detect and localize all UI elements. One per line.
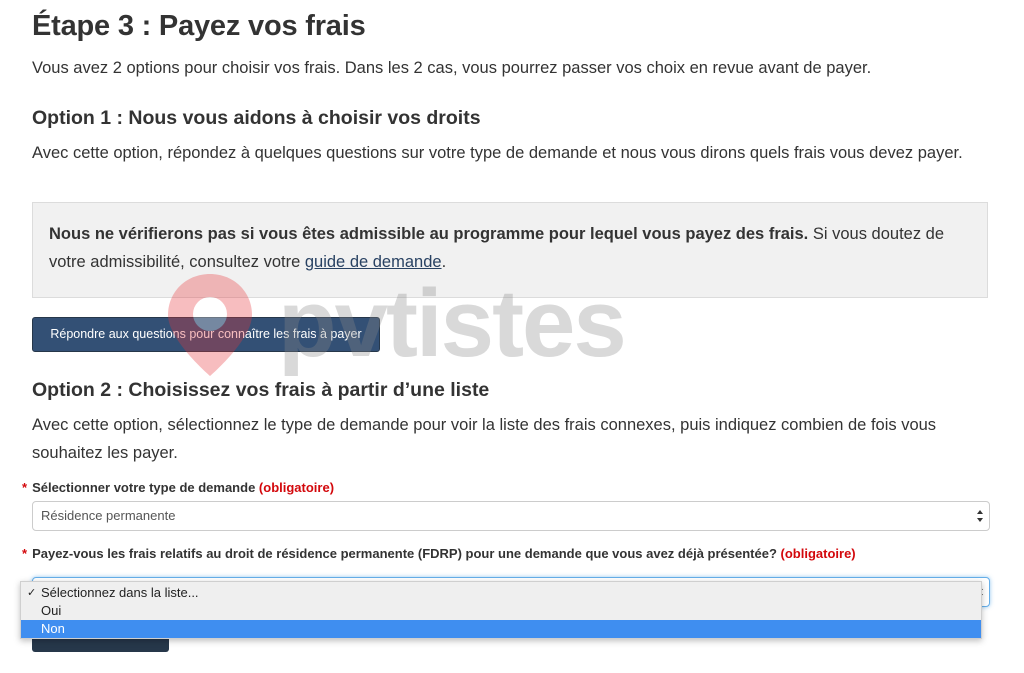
fdrp-question-label: * Payez-vous les frais relatifs au droit … xyxy=(22,546,856,561)
option2-text: Avec cette option, sélectionnez le type … xyxy=(32,416,937,462)
application-guide-link[interactable]: guide de demande xyxy=(305,253,442,271)
option2-heading: Option 2 : Choisissez vos frais à partir… xyxy=(32,379,490,401)
required-tag: (obligatoire) xyxy=(780,546,856,561)
notice-bold-text: Nous ne vérifierons pas si vous êtes adm… xyxy=(49,225,809,243)
fdrp-dropdown-list: Sélectionnez dans la liste... Oui Non xyxy=(20,581,982,639)
application-type-label: * Sélectionner votre type de demande (obl… xyxy=(22,480,335,495)
eligibility-notice: Nous ne vérifierons pas si vous êtes adm… xyxy=(32,202,988,298)
notice-end: . xyxy=(441,253,447,271)
required-star: * xyxy=(22,480,28,495)
option1-text: Avec cette option, répondez à quelques q… xyxy=(32,144,963,162)
application-type-select[interactable]: Résidence permanente xyxy=(32,501,990,531)
option1-heading: Option 1 : Nous vous aidons à choisir vo… xyxy=(32,107,481,129)
required-star: * xyxy=(22,546,28,561)
intro-text: Vous avez 2 options pour choisir vos fra… xyxy=(32,59,872,77)
application-type-value: Résidence permanente xyxy=(41,508,176,523)
select-arrows-icon xyxy=(977,510,983,522)
required-tag: (obligatoire) xyxy=(258,480,335,495)
page-title: Étape 3 : Payez vos frais xyxy=(32,10,366,42)
dropdown-option-placeholder[interactable]: Sélectionnez dans la liste... xyxy=(21,584,981,602)
dropdown-option-non[interactable]: Non xyxy=(21,620,981,638)
dropdown-option-oui[interactable]: Oui xyxy=(21,602,981,620)
answer-questions-button[interactable]: Répondre aux questions pour connaître le… xyxy=(32,317,380,352)
partially-hidden-button[interactable] xyxy=(32,637,169,652)
